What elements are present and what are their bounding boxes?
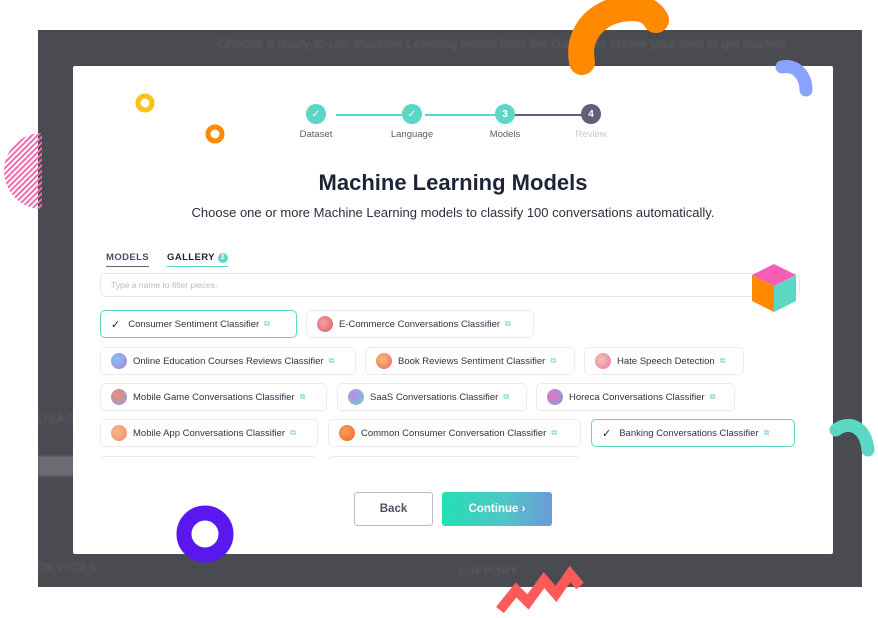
- external-link-icon[interactable]: ⧉: [710, 392, 716, 402]
- model-label: Consumer Sentiment Classifier: [128, 318, 260, 330]
- step-review: 4 Review: [556, 104, 626, 140]
- external-link-icon[interactable]: ⧉: [550, 356, 556, 366]
- model-list: ✓ Consumer Sentiment Classifier ⧉ E-Comm…: [100, 310, 810, 460]
- filter-input[interactable]: [100, 273, 800, 297]
- model-chip-mobile-app[interactable]: Mobile App Conversations Classifier ⧉: [100, 419, 318, 447]
- orange-ring-decoration: [205, 124, 225, 144]
- teal-arc-decoration: [829, 419, 875, 457]
- step-label: Language: [390, 129, 434, 140]
- page-subtitle: Choose one or more Machine Learning mode…: [191, 205, 715, 220]
- shopping-bag-icon: [317, 316, 333, 332]
- background-header-text: Choose a ready-to-use Machine Learning m…: [218, 36, 787, 51]
- model-label: SaaS Conversations Classifier: [370, 391, 499, 403]
- check-icon: ✓: [306, 104, 326, 124]
- purple-ring-decoration: [176, 505, 234, 563]
- game-icon: [111, 389, 127, 405]
- model-chip-banking[interactable]: ✓ Banking Conversations Classifier ⧉: [591, 419, 795, 447]
- model-label: Online Education Courses Reviews Classif…: [133, 355, 324, 367]
- model-label: Mobile App Conversations Classifier: [133, 427, 286, 439]
- step-label: Review: [575, 129, 607, 140]
- step-number: 4: [581, 104, 601, 124]
- external-link-icon[interactable]: ⧉: [764, 428, 770, 438]
- tab-label: GALLERY: [167, 252, 215, 263]
- orange-arc-decoration: [568, 0, 669, 75]
- model-chip-mobile-game[interactable]: Mobile Game Conversations Classifier ⧉: [100, 383, 327, 411]
- external-link-icon[interactable]: ⧉: [264, 319, 270, 329]
- model-chip-ecommerce[interactable]: E-Commerce Conversations Classifier ⧉: [306, 310, 534, 338]
- check-icon: ✓: [402, 104, 422, 124]
- step-label: Models: [489, 129, 521, 140]
- external-link-icon[interactable]: ⧉: [720, 356, 726, 366]
- step-label: Dataset: [299, 129, 333, 140]
- book-icon: [376, 353, 392, 369]
- model-label: Book Reviews Sentiment Classifier: [398, 355, 546, 367]
- model-label: Hate Speech Detection: [617, 355, 715, 367]
- external-link-icon[interactable]: ⧉: [503, 392, 509, 402]
- model-label: E-Commerce Conversations Classifier: [339, 318, 501, 330]
- model-label: Common Consumer Conversation Classifier: [361, 427, 547, 439]
- pink-hatched-circle-decoration: [4, 133, 42, 209]
- model-label: Banking Conversations Classifier: [619, 427, 759, 439]
- model-chip-book-reviews[interactable]: Book Reviews Sentiment Classifier ⧉: [365, 347, 575, 375]
- external-link-icon[interactable]: ⧉: [505, 319, 511, 329]
- step-dataset[interactable]: ✓ Dataset: [281, 104, 351, 140]
- model-chip-common-consumer[interactable]: Common Consumer Conversation Classifier …: [328, 419, 581, 447]
- background-bar: [38, 456, 74, 476]
- check-icon: ✓: [602, 427, 612, 440]
- model-chip-saas[interactable]: SaaS Conversations Classifier ⧉: [337, 383, 527, 411]
- step-models[interactable]: 3 Models: [470, 104, 540, 140]
- tab-models[interactable]: MODELS: [106, 252, 150, 267]
- external-link-icon[interactable]: ⧉: [290, 428, 296, 438]
- yellow-ring-decoration: [135, 93, 155, 113]
- model-chip-consumer-sentiment[interactable]: ✓ Consumer Sentiment Classifier ⧉: [100, 310, 297, 338]
- cube-decoration: [752, 264, 796, 312]
- model-label: Mobile Game Conversations Classifier: [133, 391, 295, 403]
- model-tabs: MODELS GALLERY 2: [106, 252, 228, 267]
- blue-arc-decoration: [775, 60, 813, 97]
- red-zigzag-decoration: [496, 566, 584, 614]
- model-selection-modal: ✓ Dataset ✓ Language 3 Models 4 Review M…: [73, 66, 833, 554]
- step-language[interactable]: ✓ Language: [377, 104, 447, 140]
- check-icon: ✓: [111, 318, 121, 331]
- background-devices-label: DEVICES: [38, 560, 98, 574]
- model-chip-partial[interactable]: [328, 456, 581, 460]
- external-link-icon[interactable]: ⧉: [329, 356, 335, 366]
- model-chip-online-education[interactable]: Online Education Courses Reviews Classif…: [100, 347, 356, 375]
- horeca-icon: [547, 389, 563, 405]
- tab-label: MODELS: [106, 252, 150, 263]
- back-button[interactable]: Back: [354, 492, 433, 526]
- stepper: ✓ Dataset ✓ Language 3 Models 4 Review: [73, 104, 833, 144]
- external-link-icon[interactable]: ⧉: [300, 392, 306, 402]
- selected-count-badge: 2: [217, 252, 228, 263]
- hate-speech-icon: [595, 353, 611, 369]
- model-chip-hate-speech[interactable]: Hate Speech Detection ⧉: [584, 347, 744, 375]
- model-chip-partial[interactable]: [100, 456, 318, 460]
- mobile-app-icon: [111, 425, 127, 441]
- model-label: Horeca Conversations Classifier: [569, 391, 705, 403]
- model-chip-horeca[interactable]: Horeca Conversations Classifier ⧉: [536, 383, 735, 411]
- education-icon: [111, 353, 127, 369]
- saas-icon: [348, 389, 364, 405]
- tab-gallery[interactable]: GALLERY 2: [167, 252, 228, 267]
- consumer-icon: [339, 425, 355, 441]
- continue-button[interactable]: Continue ›: [442, 492, 552, 526]
- external-link-icon[interactable]: ⧉: [551, 428, 557, 438]
- page-title: Machine Learning Models: [318, 170, 588, 195]
- step-number: 3: [495, 104, 515, 124]
